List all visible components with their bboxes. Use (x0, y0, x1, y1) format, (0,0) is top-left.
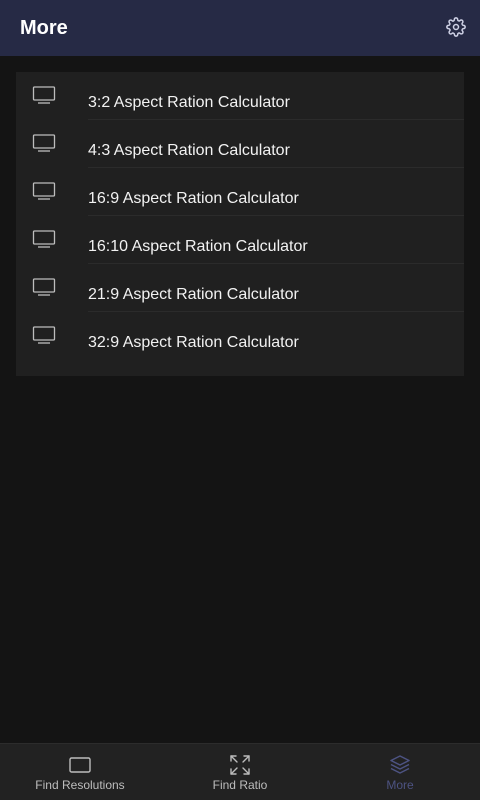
layers-icon (389, 755, 411, 775)
list-item-label: 4:3 Aspect Ration Calculator (88, 142, 290, 159)
gear-icon[interactable] (446, 17, 466, 37)
list-item-label: 16:9 Aspect Ration Calculator (88, 190, 299, 207)
monitor-icon (32, 85, 56, 105)
list-item-label: 32:9 Aspect Ration Calculator (88, 334, 299, 351)
expand-arrows-icon (229, 755, 251, 775)
monitor-icon (32, 229, 56, 249)
monitor-icon (32, 325, 56, 345)
tab-more[interactable]: More (320, 744, 480, 800)
tab-find-ratio[interactable]: Find Ratio (160, 744, 320, 800)
list-item-3-2[interactable]: 3:2 Aspect Ration Calculator (16, 72, 464, 120)
screen-icon (69, 755, 91, 775)
list-item-label: 3:2 Aspect Ration Calculator (88, 94, 290, 111)
tab-label: Find Ratio (212, 778, 268, 792)
list-item-32-9[interactable]: 32:9 Aspect Ration Calculator (16, 312, 464, 360)
monitor-icon (32, 277, 56, 297)
list-item-16-10[interactable]: 16:10 Aspect Ration Calculator (16, 216, 464, 264)
list-item-21-9[interactable]: 21:9 Aspect Ration Calculator (16, 264, 464, 312)
list-item-label: 16:10 Aspect Ration Calculator (88, 238, 308, 255)
tab-label: Find Resolutions (35, 778, 125, 792)
monitor-icon (32, 133, 56, 153)
bottom-tab-bar: Find Resolutions Find Ratio More (0, 743, 480, 800)
tab-find-resolutions[interactable]: Find Resolutions (0, 744, 160, 800)
calculator-list: 3:2 Aspect Ration Calculator 4:3 Aspect … (16, 72, 464, 376)
page-title: More (20, 17, 68, 39)
app-header: More (0, 0, 480, 56)
list-item-label: 21:9 Aspect Ration Calculator (88, 286, 299, 303)
list-item-4-3[interactable]: 4:3 Aspect Ration Calculator (16, 120, 464, 168)
tab-label: More (386, 778, 414, 792)
list-item-16-9[interactable]: 16:9 Aspect Ration Calculator (16, 168, 464, 216)
monitor-icon (32, 181, 56, 201)
